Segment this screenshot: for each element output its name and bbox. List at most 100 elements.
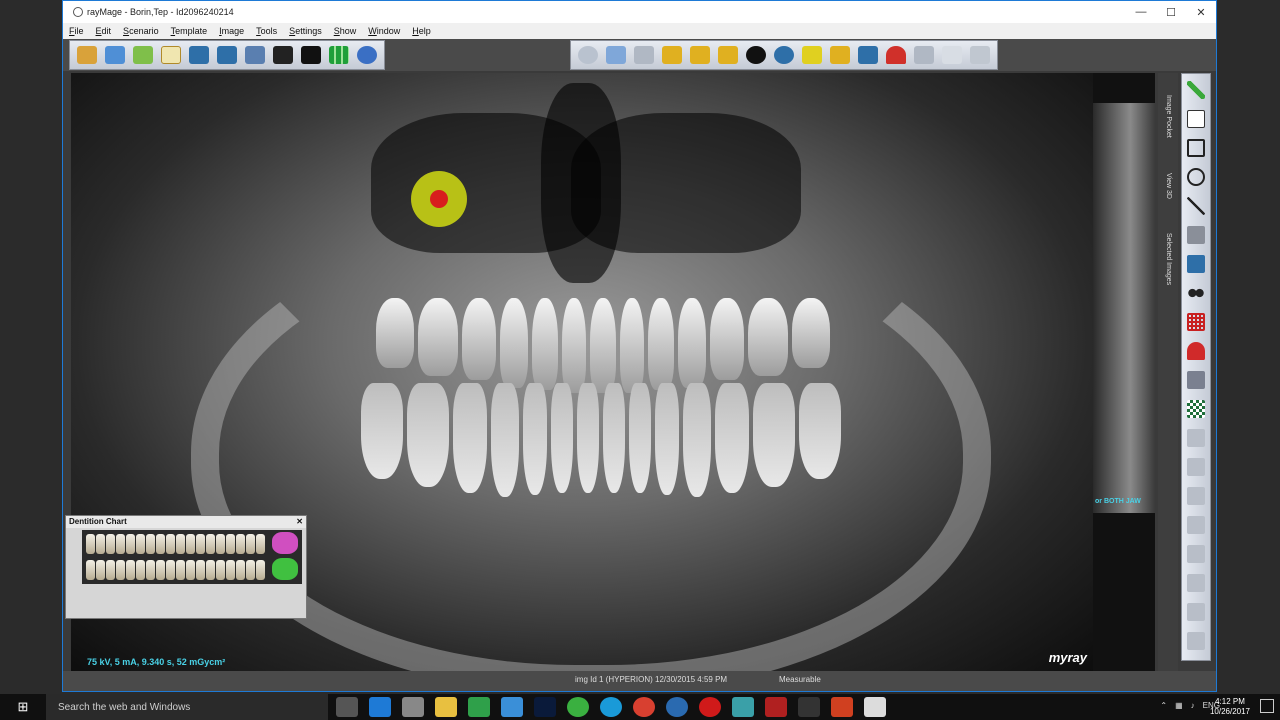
upper-teeth	[376, 298, 830, 393]
chart-icon[interactable]	[1184, 628, 1208, 654]
align-icon[interactable]	[1184, 483, 1208, 509]
calibrate-icon[interactable]	[967, 43, 993, 67]
grid-icon[interactable]	[1184, 309, 1208, 335]
vertical-tabs: Image Pocket View 3D Selected Images	[1158, 73, 1178, 671]
eyes-icon[interactable]	[1184, 280, 1208, 306]
menu-image[interactable]: Image	[213, 26, 250, 36]
rotate-icon[interactable]	[911, 43, 937, 67]
annotate-icon[interactable]	[827, 43, 853, 67]
add-icon[interactable]	[799, 43, 825, 67]
filter-icon[interactable]	[631, 43, 657, 67]
calibrate-icon[interactable]	[1184, 367, 1208, 393]
edge-icon[interactable]	[369, 697, 391, 717]
pencil-icon[interactable]	[1184, 77, 1208, 103]
raymage-taskbar-icon[interactable]	[864, 697, 886, 717]
edit-icon[interactable]	[158, 43, 184, 67]
display-icon[interactable]	[298, 43, 324, 67]
measure-icon[interactable]	[771, 43, 797, 67]
tab-selected-images[interactable]: Selected Images	[1165, 233, 1172, 285]
ruler-icon[interactable]	[1184, 251, 1208, 277]
dentition-chart-panel: Dentition Chart ✕	[65, 515, 307, 619]
layout-icon[interactable]	[1184, 512, 1208, 538]
crop-icon[interactable]	[1184, 454, 1208, 480]
magnet-icon[interactable]	[1184, 338, 1208, 364]
pocket-thumbnail[interactable]	[1093, 103, 1155, 513]
archive-icon[interactable]	[102, 43, 128, 67]
menu-window[interactable]: Window	[362, 26, 406, 36]
line-icon[interactable]	[1184, 193, 1208, 219]
bars-icon[interactable]	[1184, 541, 1208, 567]
ellipse-icon[interactable]	[1184, 164, 1208, 190]
spreadsheet-icon[interactable]	[468, 697, 490, 717]
rectangle-icon[interactable]	[1184, 135, 1208, 161]
help-icon[interactable]	[354, 43, 380, 67]
pdf-icon[interactable]	[831, 697, 853, 717]
menu-show[interactable]: Show	[328, 26, 363, 36]
menu-settings[interactable]: Settings	[283, 26, 328, 36]
patients-icon[interactable]	[74, 43, 100, 67]
brightness-icon[interactable]	[659, 43, 685, 67]
chrome-icon[interactable]	[633, 697, 655, 717]
vpn-icon[interactable]	[666, 697, 688, 717]
select-icon[interactable]	[575, 43, 601, 67]
windows-start-icon[interactable]: ⊞	[0, 694, 46, 720]
menu-tools[interactable]: Tools	[250, 26, 283, 36]
close-button[interactable]: ✕	[1186, 1, 1216, 23]
contrast-icon[interactable]	[687, 43, 713, 67]
menu-edit[interactable]: Edit	[90, 26, 118, 36]
tooth-icon[interactable]	[939, 43, 965, 67]
taskbar-apps	[336, 697, 886, 717]
send-icon[interactable]	[214, 43, 240, 67]
tray-volume-icon[interactable]: ♪	[1191, 701, 1195, 710]
zoom-icon[interactable]	[603, 43, 629, 67]
acquire-icon[interactable]	[130, 43, 156, 67]
menu-scenario[interactable]: Scenario	[117, 26, 165, 36]
tools-icon[interactable]	[242, 43, 268, 67]
opera-icon[interactable]	[699, 697, 721, 717]
brush-icon[interactable]	[1184, 222, 1208, 248]
tab-image-pocket[interactable]: Image Pocket	[1165, 95, 1172, 138]
window-title: rayMage - Borin,Tep - Id2096240214	[87, 7, 234, 17]
file-explorer-icon[interactable]	[435, 697, 457, 717]
skype-icon[interactable]	[600, 697, 622, 717]
app-icon-red[interactable]	[765, 697, 787, 717]
monitor-icon[interactable]	[270, 43, 296, 67]
sharpen-icon[interactable]	[715, 43, 741, 67]
invert-icon[interactable]	[743, 43, 769, 67]
menu-help[interactable]: Help	[406, 26, 437, 36]
text-icon[interactable]	[1184, 106, 1208, 132]
minimize-button[interactable]: —	[1126, 1, 1156, 23]
taskbar-clock[interactable]: 4:12 PM 10/26/2017	[1210, 697, 1250, 717]
maximize-button[interactable]: ☐	[1156, 1, 1186, 23]
dentition-chart-close-button[interactable]: ✕	[296, 517, 303, 527]
task-view-icon[interactable]	[336, 697, 358, 717]
implant-icon[interactable]	[855, 43, 881, 67]
flip-icon[interactable]	[1184, 425, 1208, 451]
menu-template[interactable]: Template	[165, 26, 214, 36]
upper-skull-icon[interactable]	[272, 532, 298, 554]
dentition-chart-body[interactable]	[82, 530, 302, 584]
export-icon[interactable]	[186, 43, 212, 67]
image-toolbar	[570, 40, 998, 70]
dentition-chart-title: Dentition Chart	[69, 517, 127, 526]
notification-icon[interactable]	[1260, 699, 1274, 713]
checker-icon[interactable]	[1184, 396, 1208, 422]
stack-icon[interactable]	[1184, 570, 1208, 596]
app-icon-dark[interactable]	[798, 697, 820, 717]
app-icon	[73, 7, 83, 17]
taskbar-search-box[interactable]: Search the web and Windows	[46, 694, 328, 720]
torrent-icon[interactable]	[567, 697, 589, 717]
windows-taskbar: ⊞ Search the web and Windows ⌃ ▦ ♪ ENG 4…	[0, 694, 1280, 720]
heart-icon[interactable]	[883, 43, 909, 67]
menu-file[interactable]: File	[63, 26, 90, 36]
tab-view-3d[interactable]: View 3D	[1165, 173, 1172, 199]
columns-icon[interactable]	[1184, 599, 1208, 625]
app-icon-teal[interactable]	[732, 697, 754, 717]
photoshop-icon[interactable]	[534, 697, 556, 717]
layout-grid-icon[interactable]	[326, 43, 352, 67]
store-icon[interactable]	[402, 697, 424, 717]
lower-skull-icon[interactable]	[272, 558, 298, 580]
remote-desktop-icon[interactable]	[501, 697, 523, 717]
tray-chevron-icon[interactable]: ⌃	[1160, 701, 1167, 710]
tray-network-icon[interactable]: ▦	[1175, 701, 1183, 710]
